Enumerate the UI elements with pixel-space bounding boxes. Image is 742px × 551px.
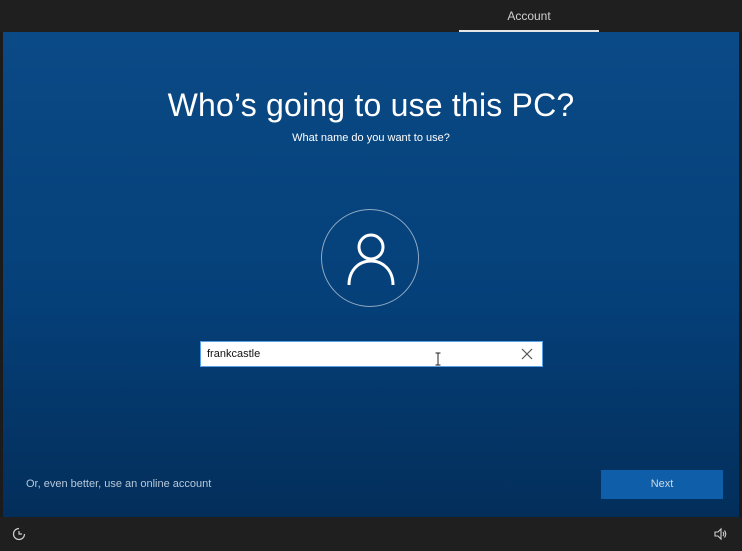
ease-of-access-icon[interactable] bbox=[12, 527, 26, 541]
avatar bbox=[321, 209, 419, 307]
oobe-window: Account Who’s going to use this PC? What… bbox=[0, 0, 742, 551]
top-bar: Account bbox=[0, 0, 742, 32]
bottom-bar bbox=[0, 517, 742, 551]
person-icon bbox=[347, 233, 395, 286]
next-button[interactable]: Next bbox=[601, 470, 723, 499]
volume-icon[interactable] bbox=[714, 527, 728, 541]
page-title: Who’s going to use this PC? bbox=[167, 87, 575, 123]
online-account-link[interactable]: Or, even better, use an online account bbox=[26, 478, 211, 490]
tab-account[interactable]: Account bbox=[459, 0, 599, 32]
name-field-container bbox=[200, 341, 543, 367]
page-subtitle: What name do you want to use? bbox=[292, 132, 450, 144]
close-icon[interactable] bbox=[520, 347, 534, 361]
name-input[interactable] bbox=[207, 342, 507, 366]
setup-panel: Who’s going to use this PC? What name do… bbox=[3, 32, 739, 517]
text-cursor-icon bbox=[435, 352, 441, 366]
